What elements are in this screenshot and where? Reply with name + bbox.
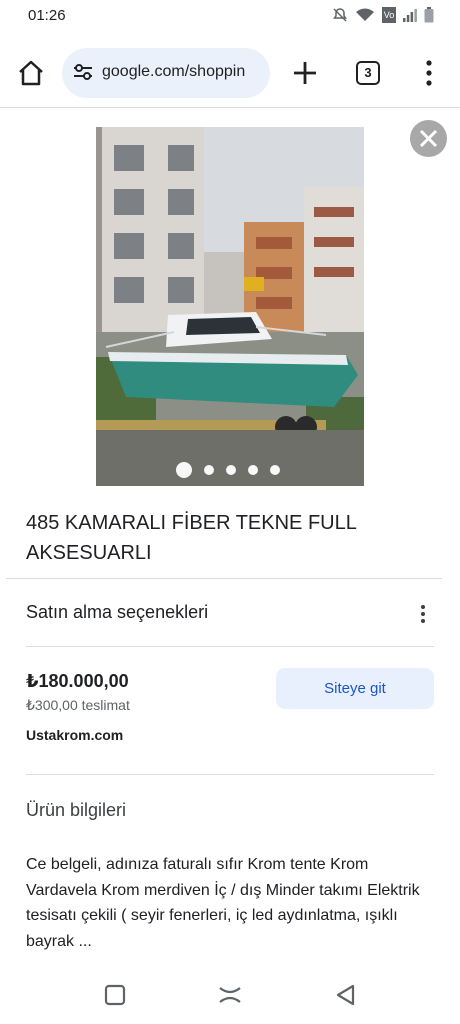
divider: [26, 774, 434, 775]
home-nav-button[interactable]: [217, 982, 243, 1008]
divider: [26, 646, 434, 647]
site-settings-icon[interactable]: [72, 62, 94, 87]
recents-icon: [104, 984, 126, 1006]
product-price: ₺180.000,00: [26, 671, 129, 691]
product-description: Ce belgeli, adınıza faturalı sıfır Krom …: [26, 856, 420, 950]
home-icon: [19, 60, 43, 86]
battery-icon: [424, 7, 434, 23]
plus-icon: [294, 62, 316, 84]
close-button[interactable]: [410, 120, 447, 157]
back-icon: [336, 984, 355, 1006]
new-tab-button[interactable]: [290, 58, 320, 88]
product-image[interactable]: [96, 127, 364, 486]
home-button[interactable]: [14, 56, 48, 90]
back-button[interactable]: [333, 982, 359, 1008]
toolbar-divider: [0, 107, 460, 108]
merchant-name[interactable]: Ustakrom.com: [26, 727, 123, 743]
purchase-options-menu-button[interactable]: [413, 603, 433, 625]
status-time: 01:26: [28, 7, 66, 24]
purchase-options-heading: Satın alma seçenekleri: [26, 602, 209, 622]
product-info-heading: Ürün bilgileri: [26, 800, 127, 820]
browser-menu-button[interactable]: [418, 58, 440, 88]
image-pagination: [176, 462, 280, 478]
boat-photo: [96, 127, 364, 486]
pagination-dot-1[interactable]: [176, 462, 192, 478]
status-bar: 01:26 Vo: [0, 0, 460, 32]
url-text[interactable]: google.com/shoppin: [102, 63, 245, 81]
product-title: 485 KAMARALI FİBER TEKNE FULL AKSESUARLI: [26, 512, 357, 564]
divider: [6, 578, 442, 579]
more-vert-icon: [421, 605, 425, 623]
mute-icon: [332, 7, 348, 23]
shipping-cost: ₺300,00 teslimat: [26, 697, 130, 713]
pagination-dot-3[interactable]: [226, 465, 236, 475]
close-icon: [419, 129, 438, 148]
pagination-dot-5[interactable]: [270, 465, 280, 475]
pagination-dot-2[interactable]: [204, 465, 214, 475]
url-bar[interactable]: google.com/shoppin: [62, 48, 270, 98]
tab-switcher-button[interactable]: 3: [356, 61, 380, 85]
wifi-icon: [355, 7, 375, 23]
visit-site-button[interactable]: Siteye git: [276, 668, 434, 709]
pagination-dot-4[interactable]: [248, 465, 258, 475]
recents-button[interactable]: [102, 982, 128, 1008]
system-nav-bar: [0, 974, 460, 1024]
volte-icon: Vo: [382, 7, 396, 23]
more-vert-icon: [426, 60, 432, 86]
home-gesture-icon: [219, 987, 241, 1003]
status-icons: Vo: [332, 7, 434, 23]
browser-toolbar: google.com/shoppin 3: [0, 40, 460, 106]
signal-icon: [403, 8, 417, 22]
